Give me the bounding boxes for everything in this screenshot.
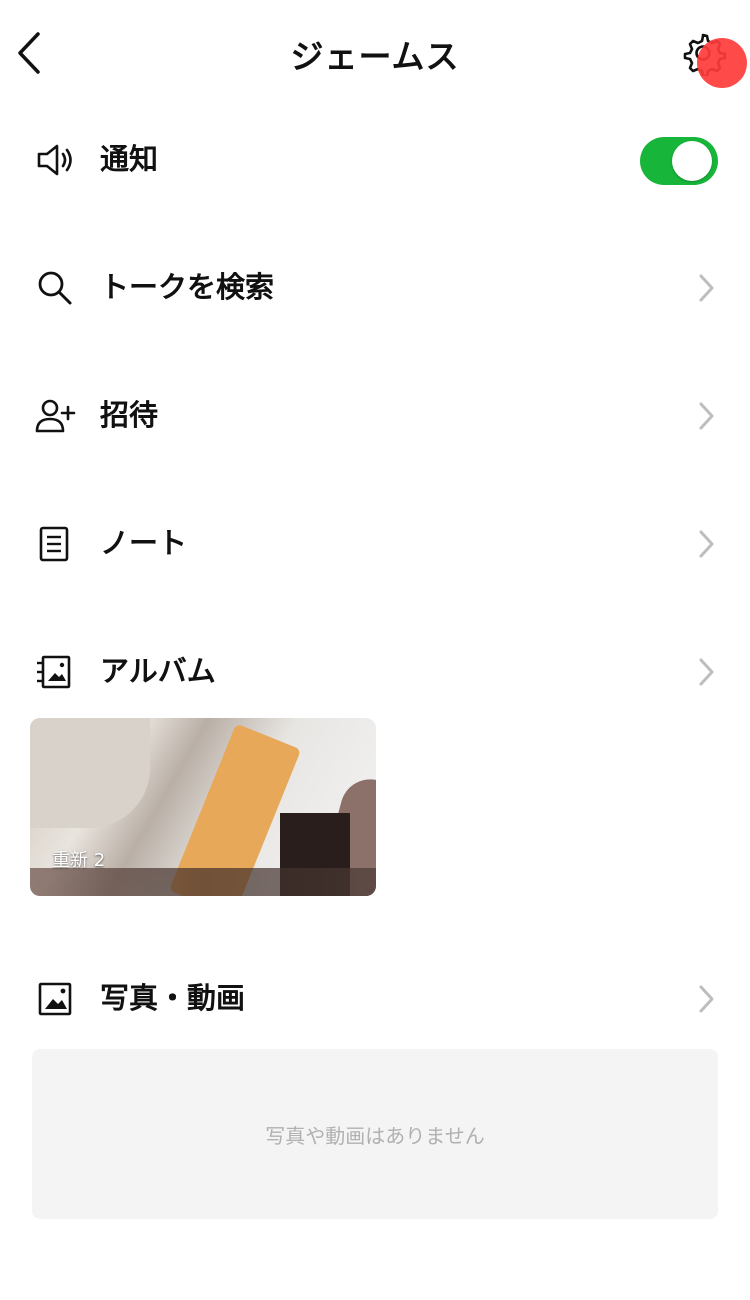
album-thumbnail-caption: 重新 2	[52, 850, 106, 871]
search-talk-row[interactable]: トークを検索	[0, 243, 750, 333]
notifications-toggle[interactable]	[640, 137, 718, 185]
note-label: ノート	[100, 526, 188, 560]
chevron-right-icon	[699, 274, 714, 302]
photos-videos-label: 写真・動画	[100, 981, 246, 1015]
thumb-shape	[30, 718, 150, 828]
note-icon	[39, 526, 69, 562]
album-thumbnail[interactable]: 重新 2	[30, 718, 376, 896]
notifications-label: 通知	[100, 142, 159, 176]
chevron-right-icon	[699, 530, 714, 558]
toggle-knob	[672, 141, 712, 181]
album-label: アルバム	[100, 654, 216, 688]
notification-badge	[697, 38, 747, 88]
chevron-right-icon	[699, 402, 714, 430]
album-row[interactable]: アルバム	[0, 627, 750, 717]
photos-empty-box: 写真や動画はありません	[32, 1049, 718, 1219]
chevron-right-icon	[699, 658, 714, 686]
thumb-shape	[30, 868, 376, 896]
note-row[interactable]: ノート	[0, 499, 750, 589]
search-icon	[38, 271, 72, 305]
photos-empty-text: 写真や動画はありません	[265, 1123, 485, 1148]
photos-videos-row[interactable]: 写真・動画	[0, 954, 750, 1044]
photo-icon	[38, 982, 72, 1016]
notifications-row: 通知	[0, 115, 750, 205]
chevron-right-icon	[699, 985, 714, 1013]
invite-row[interactable]: 招待	[0, 371, 750, 461]
invite-label: 招待	[100, 398, 159, 432]
search-talk-label: トークを検索	[100, 270, 275, 304]
album-icon	[37, 655, 71, 689]
speaker-icon	[37, 144, 72, 176]
page-title: ジェームス	[290, 37, 460, 76]
header-bar: ジェームス	[0, 0, 750, 104]
add-user-icon	[35, 399, 76, 433]
